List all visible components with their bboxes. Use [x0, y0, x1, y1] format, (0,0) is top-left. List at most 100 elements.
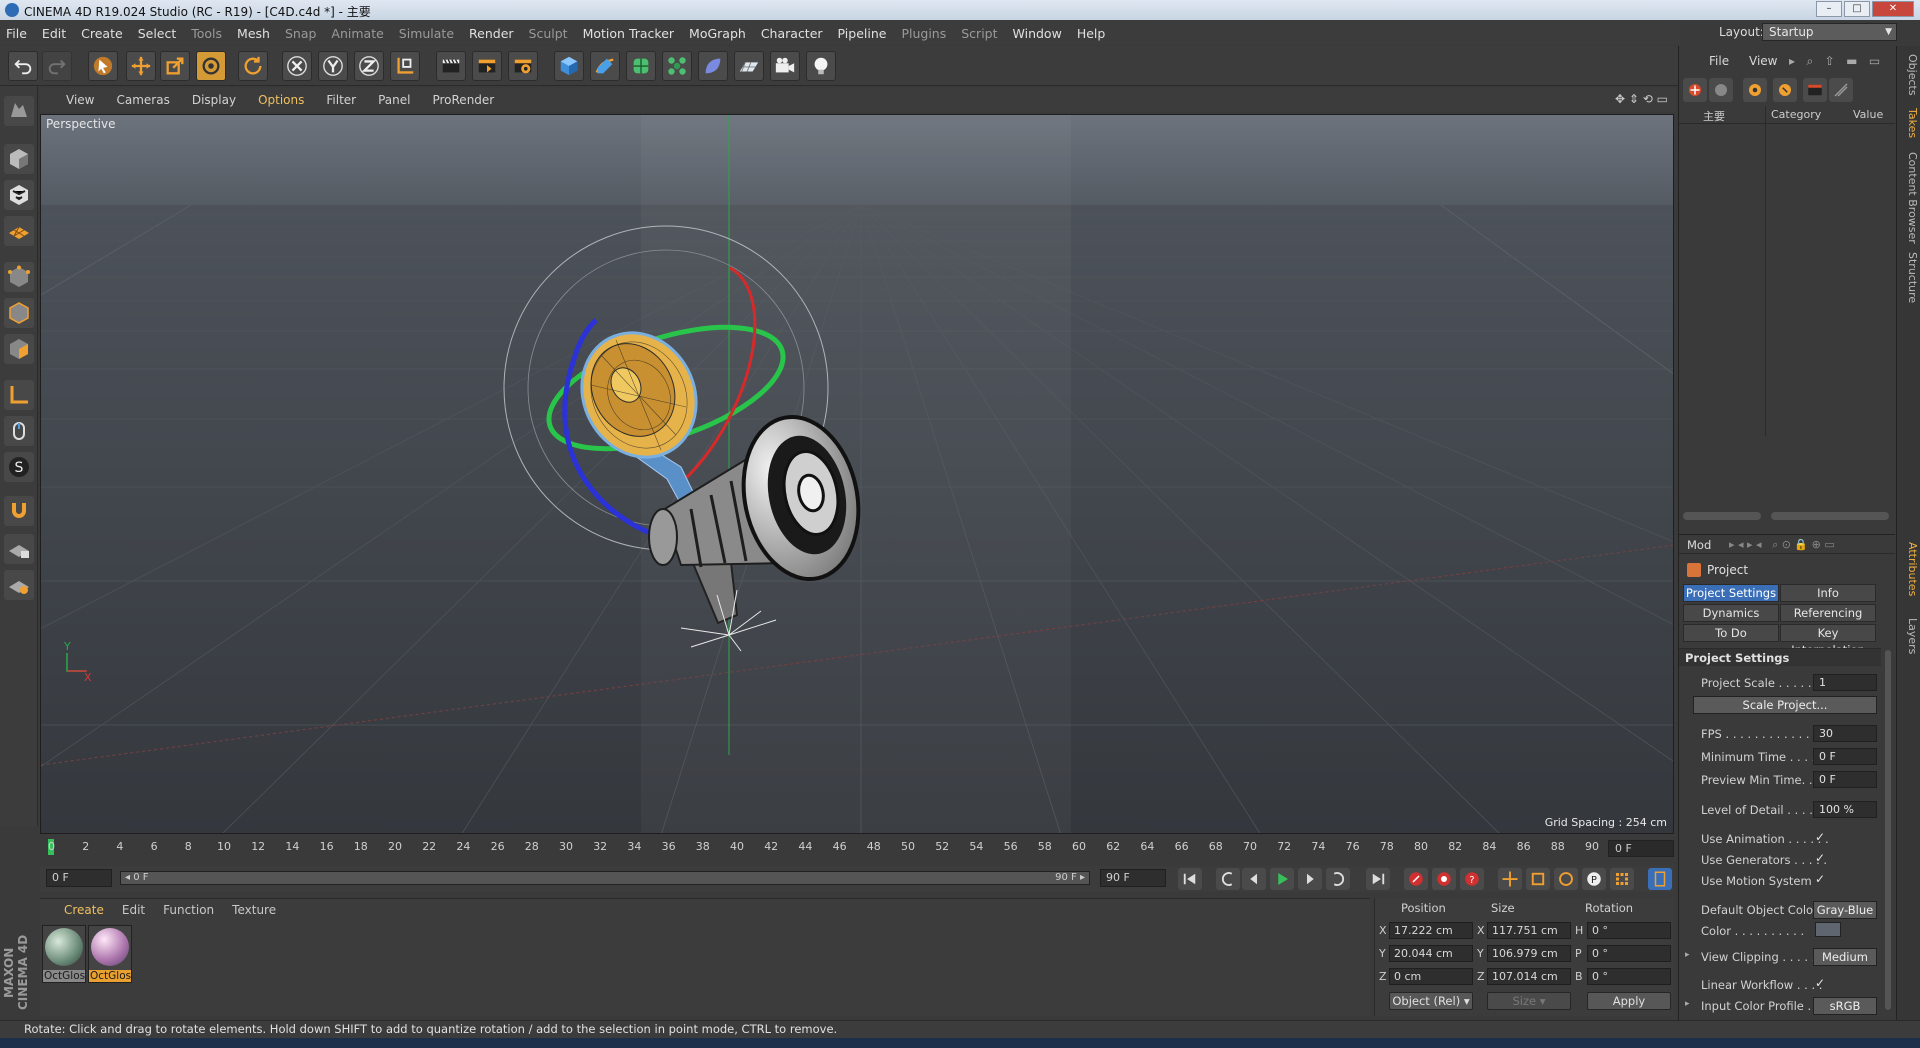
- frame-range-slider[interactable]: ◂ 0 F 90 F ▸: [120, 871, 1090, 885]
- render-icon[interactable]: [472, 51, 502, 81]
- workplane-mode-icon[interactable]: [4, 216, 34, 246]
- redo-icon[interactable]: [42, 51, 72, 81]
- floor-icon[interactable]: [734, 51, 764, 81]
- maximize-button[interactable]: □: [1844, 1, 1870, 17]
- rotate-icon[interactable]: [196, 51, 226, 81]
- scale-project-button[interactable]: Scale Project...: [1693, 696, 1877, 714]
- key-rotation-icon[interactable]: [1554, 868, 1578, 890]
- light-icon[interactable]: [806, 51, 836, 81]
- camera-icon[interactable]: [770, 51, 800, 81]
- tab-referencing[interactable]: Referencing: [1780, 604, 1876, 622]
- polygons-mode-icon[interactable]: [4, 334, 34, 364]
- make-editable-icon[interactable]: [4, 96, 34, 126]
- prev-key-icon[interactable]: [1216, 868, 1240, 890]
- objects-menu-view[interactable]: View: [1749, 54, 1777, 68]
- rot-b-field[interactable]: 0 °: [1587, 968, 1671, 985]
- scale-icon[interactable]: [160, 51, 190, 81]
- menu-mesh[interactable]: Mesh: [237, 26, 270, 41]
- use-motion-system-checkbox[interactable]: ✓: [1815, 872, 1825, 886]
- perspective-viewport[interactable]: X Y Perspective Grid Spacing : 254 cm: [40, 114, 1674, 834]
- fps-field[interactable]: 30: [1813, 725, 1877, 742]
- takes-add-icon[interactable]: [1683, 78, 1707, 102]
- pos-y-field[interactable]: 20.044 cm: [1389, 945, 1473, 962]
- cube-icon[interactable]: [554, 51, 584, 81]
- size-z-field[interactable]: 107.014 cm: [1487, 968, 1571, 985]
- pen-icon[interactable]: [590, 51, 620, 81]
- model-mode-icon[interactable]: [4, 144, 34, 174]
- cloner-icon[interactable]: [662, 51, 692, 81]
- axis-mode-icon[interactable]: [4, 380, 34, 410]
- menu-plugins[interactable]: Plugins: [901, 26, 946, 41]
- move-icon[interactable]: [126, 51, 156, 81]
- material-swatch[interactable]: OctGlos: [42, 925, 86, 983]
- edges-mode-icon[interactable]: [4, 298, 34, 328]
- takes-override-icon[interactable]: [1709, 78, 1733, 102]
- render-settings-icon[interactable]: [508, 51, 538, 81]
- undo-icon[interactable]: [8, 51, 38, 81]
- preview-min-time-field[interactable]: 0 F: [1813, 771, 1877, 788]
- expand-arrow-icon[interactable]: ▸: [1685, 950, 1690, 960]
- tab-to-do[interactable]: To Do: [1683, 624, 1779, 642]
- viewport-menu-display[interactable]: Display: [192, 93, 236, 107]
- tab-attributes[interactable]: Attributes: [1899, 542, 1919, 596]
- objects-toolbar-icons[interactable]: ▸ ⌕ ⇧ ▬ ▭: [1789, 54, 1880, 69]
- planar-workplane-icon[interactable]: [4, 570, 34, 600]
- menu-create[interactable]: Create: [81, 26, 123, 41]
- tab-layers[interactable]: Layers: [1899, 618, 1919, 654]
- max-frame-field[interactable]: 90 F: [1100, 869, 1166, 887]
- deformer-icon[interactable]: [698, 51, 728, 81]
- input-color-profile-dropdown[interactable]: sRGB: [1813, 997, 1877, 1015]
- use-generators-checkbox[interactable]: ✓: [1815, 851, 1825, 865]
- go-to-start-icon[interactable]: [1178, 868, 1202, 890]
- texture-mode-icon[interactable]: [4, 180, 34, 210]
- pos-x-field[interactable]: 17.222 cm: [1389, 922, 1473, 939]
- menu-motion-tracker[interactable]: Motion Tracker: [583, 26, 674, 41]
- view-clipping-dropdown[interactable]: Medium: [1813, 948, 1877, 966]
- horizontal-scrollbar[interactable]: [1771, 512, 1889, 520]
- menu-snap[interactable]: Snap: [285, 26, 316, 41]
- viewport-menu-prorender[interactable]: ProRender: [432, 93, 494, 107]
- attributes-mode-menu[interactable]: Mod: [1687, 538, 1711, 552]
- minimum-time-field[interactable]: 0 F: [1813, 748, 1877, 765]
- level-of-detail-field[interactable]: 100 %: [1813, 801, 1877, 818]
- viewport-menu-options[interactable]: Options: [258, 93, 304, 107]
- next-key-icon[interactable]: [1326, 868, 1350, 890]
- material-swatch-selected[interactable]: OctGlos: [88, 925, 132, 983]
- minimize-button[interactable]: –: [1816, 1, 1842, 17]
- project-scale-field[interactable]: 1: [1813, 674, 1877, 691]
- render-view-icon[interactable]: [436, 51, 466, 81]
- locked-workplane-icon[interactable]: [4, 534, 34, 564]
- size-y-field[interactable]: 106.979 cm: [1487, 945, 1571, 962]
- layout-dropdown[interactable]: Startup ▼: [1762, 23, 1897, 41]
- z-axis-icon[interactable]: [354, 51, 384, 81]
- coordinate-system-icon[interactable]: [390, 51, 420, 81]
- coordinate-mode-dropdown[interactable]: Object (Rel) ▾: [1389, 992, 1473, 1010]
- objects-menu-file[interactable]: File: [1709, 54, 1729, 68]
- expand-arrow-icon[interactable]: ▸: [1685, 999, 1690, 1009]
- default-object-color-dropdown[interactable]: Gray-Blue: [1813, 901, 1877, 919]
- viewport-menu-filter[interactable]: Filter: [326, 93, 356, 107]
- points-mode-icon[interactable]: [4, 262, 34, 292]
- menu-help[interactable]: Help: [1077, 26, 1106, 41]
- menu-edit[interactable]: Edit: [42, 26, 66, 41]
- rot-h-field[interactable]: 0 °: [1587, 922, 1671, 939]
- go-to-end-icon[interactable]: [1366, 868, 1390, 890]
- takes-settings-icon[interactable]: [1829, 78, 1853, 102]
- next-frame-icon[interactable]: [1298, 868, 1322, 890]
- material-menu-create[interactable]: Create: [64, 903, 104, 917]
- menu-file[interactable]: File: [6, 26, 27, 41]
- tab-info[interactable]: Info: [1780, 584, 1876, 602]
- tab-project-settings[interactable]: Project Settings: [1683, 584, 1779, 602]
- size-mode-dropdown[interactable]: Size ▾: [1487, 992, 1571, 1010]
- menu-sculpt[interactable]: Sculpt: [529, 26, 568, 41]
- takes-auto-icon[interactable]: [1743, 78, 1767, 102]
- menu-tools[interactable]: Tools: [191, 26, 222, 41]
- key-parameter-icon[interactable]: P: [1582, 868, 1606, 890]
- material-menu-texture[interactable]: Texture: [232, 903, 276, 917]
- menu-render[interactable]: Render: [469, 26, 514, 41]
- current-frame-field[interactable]: 0 F: [46, 869, 112, 887]
- key-scale-icon[interactable]: [1526, 868, 1550, 890]
- timeline-end-field[interactable]: 0 F: [1608, 840, 1674, 857]
- size-x-field[interactable]: 117.751 cm: [1487, 922, 1571, 939]
- tab-objects[interactable]: Objects: [1899, 54, 1919, 96]
